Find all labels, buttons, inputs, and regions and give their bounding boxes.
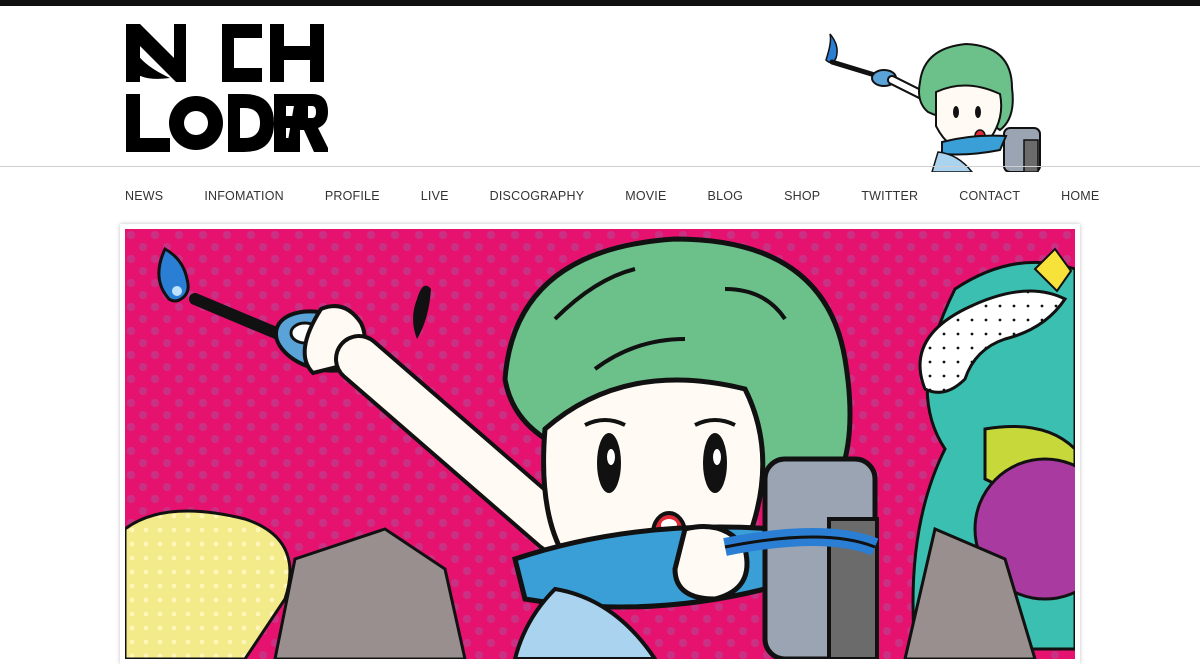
header-character-illustration xyxy=(818,32,1068,173)
main-nav: NEWS INFOMATION PROFILE LIVE DISCOGRAPHY… xyxy=(125,186,1099,206)
nav-item-infomation[interactable]: INFOMATION xyxy=(204,189,284,203)
nav-item-twitter[interactable]: TWITTER xyxy=(861,189,918,203)
nav-item-profile[interactable]: PROFILE xyxy=(325,189,380,203)
nav-item-shop[interactable]: SHOP xyxy=(784,189,820,203)
header-divider xyxy=(0,166,1200,167)
site-header xyxy=(0,6,1200,173)
nav-item-blog[interactable]: BLOG xyxy=(708,189,744,203)
hero-illustration xyxy=(125,229,1075,659)
site-logo[interactable] xyxy=(124,22,330,154)
nav-item-contact[interactable]: CONTACT xyxy=(959,189,1020,203)
nav-item-discography[interactable]: DISCOGRAPHY xyxy=(490,189,585,203)
nav-item-news[interactable]: NEWS xyxy=(125,189,163,203)
hero-frame xyxy=(120,224,1080,664)
nav-item-home[interactable]: HOME xyxy=(1061,189,1099,203)
green-haired-girl-illustration-icon xyxy=(125,229,1075,659)
schloder-logo-icon xyxy=(126,24,330,152)
nav-item-live[interactable]: LIVE xyxy=(421,189,449,203)
nav-item-movie[interactable]: MOVIE xyxy=(625,189,666,203)
